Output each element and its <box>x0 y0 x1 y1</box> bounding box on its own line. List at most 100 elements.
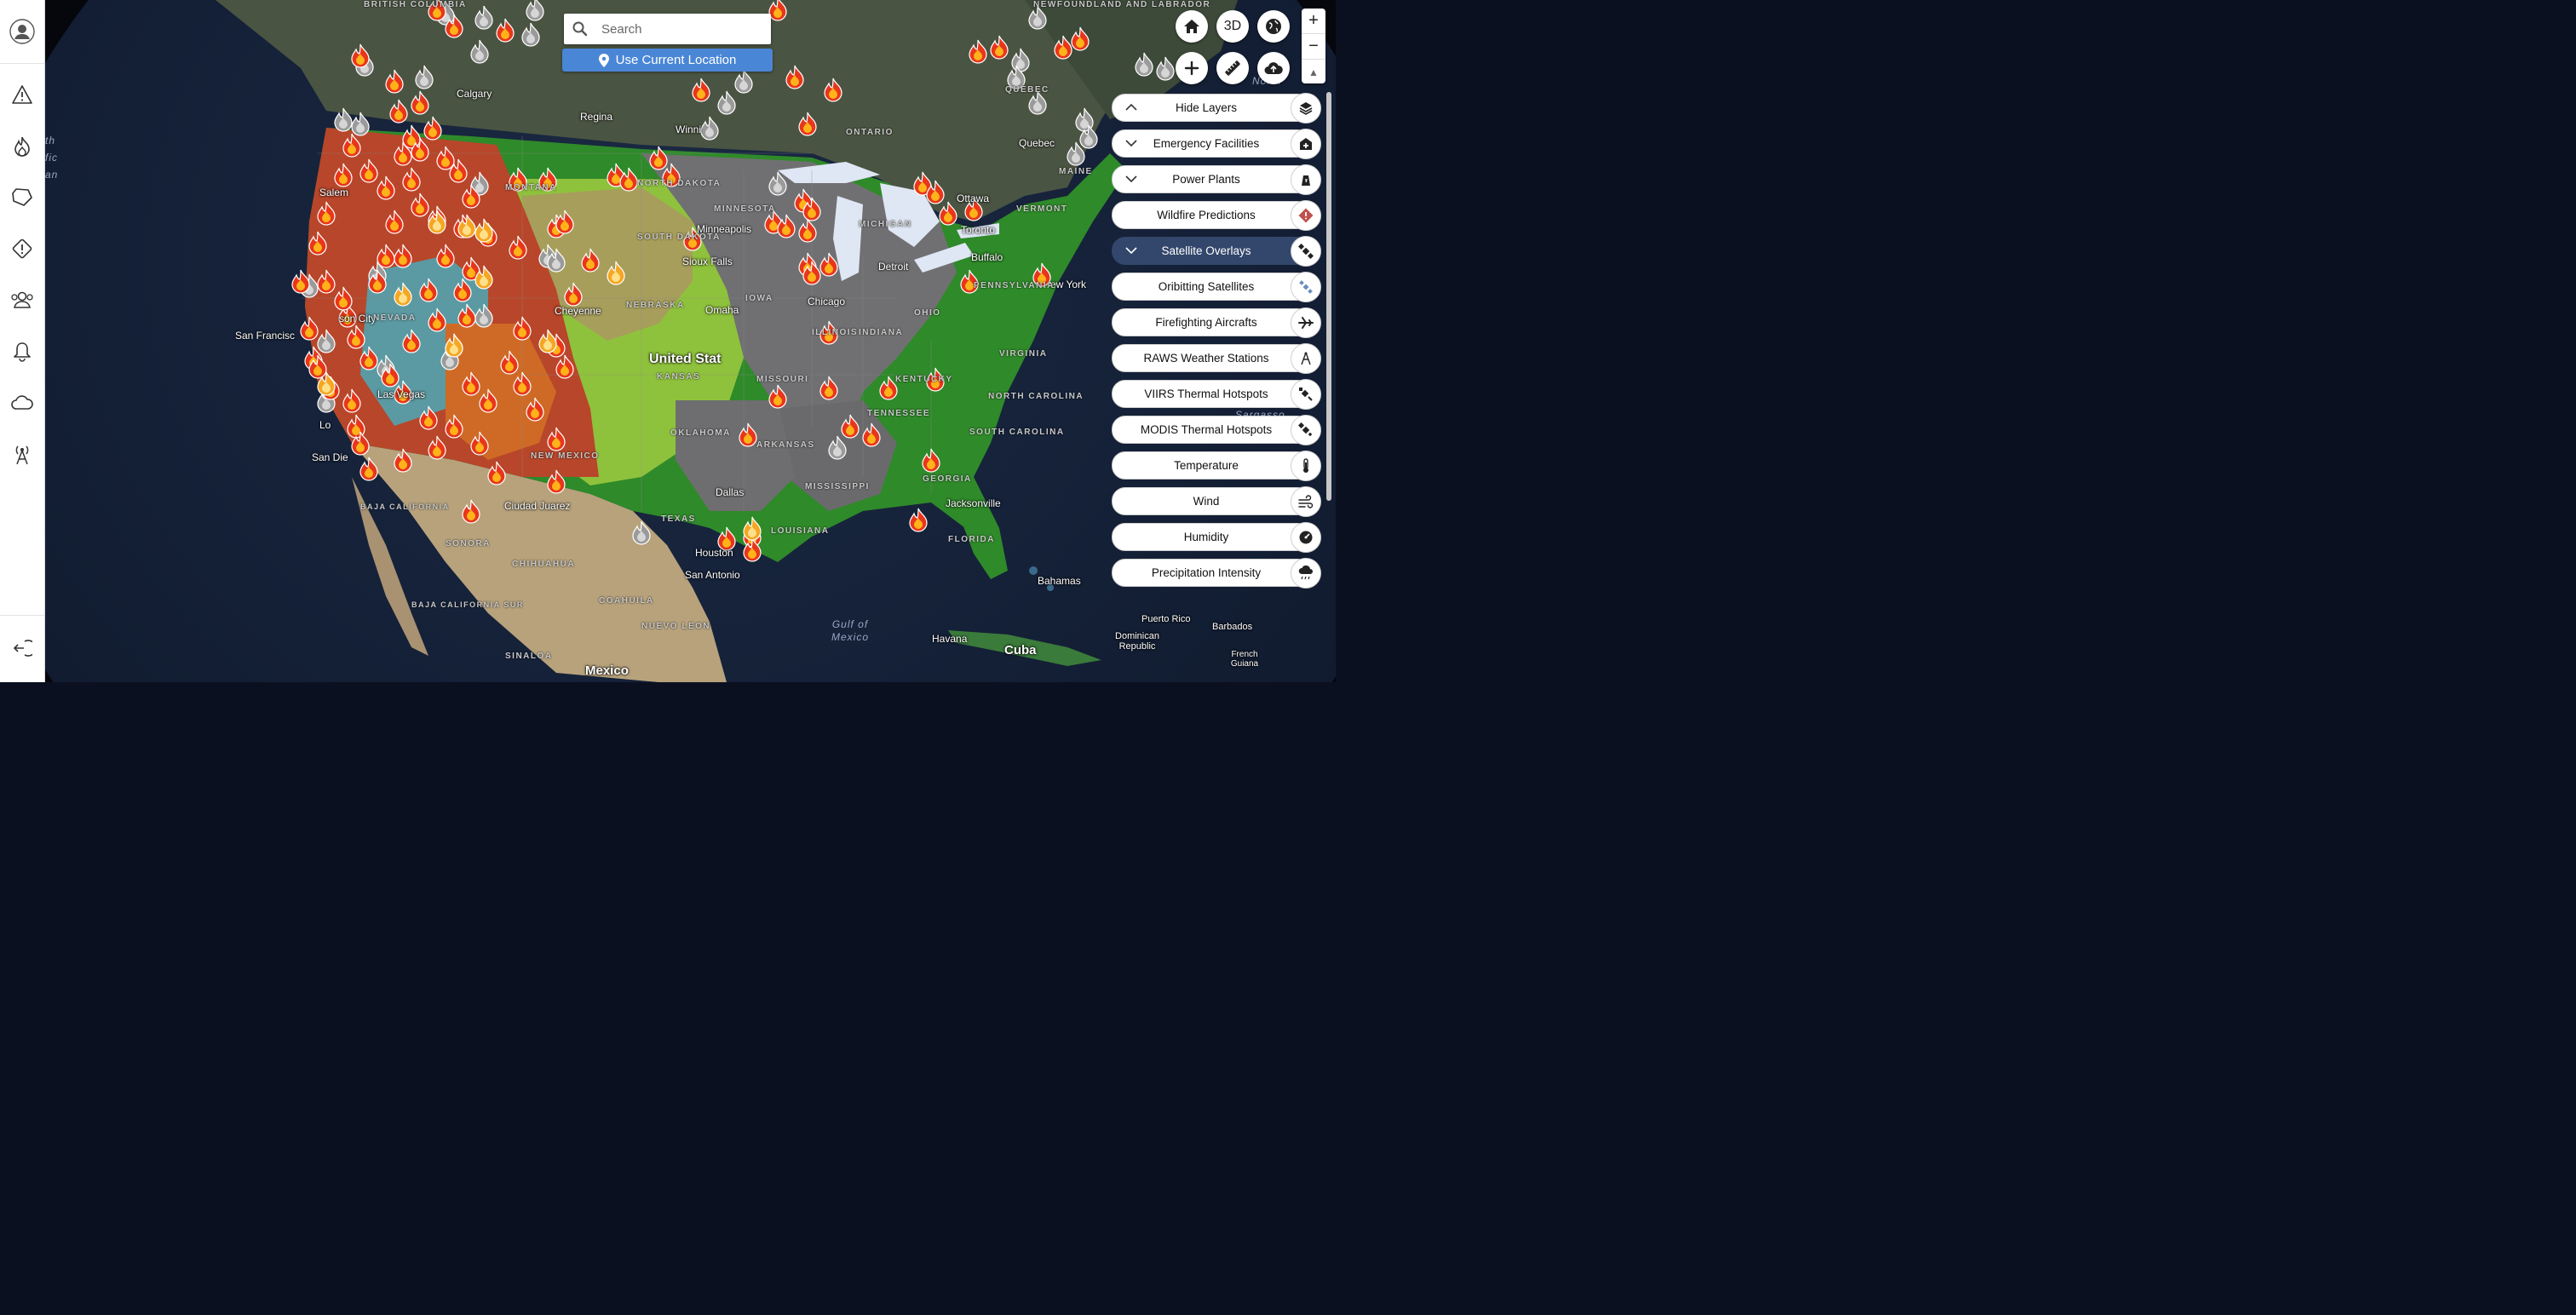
fire-marker-icon[interactable] <box>547 427 566 451</box>
fire-marker-icon[interactable] <box>798 112 817 136</box>
fire-marker-icon[interactable] <box>509 235 527 260</box>
fire-marker-icon[interactable] <box>457 303 476 328</box>
layer-toggle-raws-weather-stations[interactable]: RAWS Weather Stations <box>1112 344 1311 372</box>
fire-marker-icon[interactable] <box>419 405 438 430</box>
fire-marker-icon[interactable] <box>351 43 370 68</box>
measure-button[interactable] <box>1216 52 1249 84</box>
fire-marker-icon[interactable] <box>377 175 395 200</box>
smoke-marker-icon[interactable] <box>521 22 540 47</box>
rain-cloud-icon[interactable] <box>1291 558 1321 589</box>
fire-marker-icon[interactable] <box>819 376 838 400</box>
fire-prediction-icon[interactable] <box>1291 200 1321 231</box>
fire-marker-icon[interactable] <box>359 346 378 370</box>
smoke-marker-icon[interactable] <box>1011 48 1030 72</box>
fire-marker-icon[interactable] <box>457 214 476 238</box>
fire-marker-icon[interactable] <box>347 324 365 349</box>
thermometer-icon[interactable] <box>1291 451 1321 481</box>
wind-icon[interactable] <box>1291 486 1321 517</box>
layer-toggle-wildfire-predictions[interactable]: Wildfire Predictions <box>1112 201 1311 229</box>
hospital-icon[interactable] <box>1291 129 1321 159</box>
fire-marker-icon[interactable] <box>359 158 378 183</box>
fire-marker-icon[interactable] <box>474 218 493 243</box>
fire-marker-icon[interactable] <box>547 469 566 494</box>
layers-icon[interactable] <box>1291 93 1321 123</box>
smoke-marker-icon[interactable] <box>317 329 336 353</box>
layer-toggle-temperature[interactable]: Temperature <box>1112 451 1311 479</box>
fire-marker-icon[interactable] <box>462 371 480 396</box>
fire-marker-icon[interactable] <box>385 69 404 94</box>
smoke-marker-icon[interactable] <box>768 171 787 196</box>
fire-marker-icon[interactable] <box>402 124 421 149</box>
fire-marker-icon[interactable] <box>389 99 408 123</box>
fire-marker-icon[interactable] <box>317 269 336 294</box>
layer-toggle-emergency-facilities[interactable]: Emergency Facilities <box>1112 129 1311 158</box>
fire-marker-icon[interactable] <box>841 414 860 439</box>
smoke-marker-icon[interactable] <box>632 520 651 545</box>
fire-marker-icon[interactable] <box>555 354 574 379</box>
fire-marker-icon[interactable] <box>453 278 472 302</box>
cloud-icon[interactable] <box>8 388 37 417</box>
fire-marker-icon[interactable] <box>500 350 519 375</box>
fire-marker-icon[interactable] <box>939 201 957 226</box>
smoke-marker-icon[interactable] <box>351 112 370 136</box>
chevron-up-icon[interactable] <box>1124 100 1138 114</box>
fire-marker-icon[interactable] <box>334 286 353 311</box>
smoke-marker-icon[interactable] <box>828 435 847 460</box>
alert-diamond-icon[interactable] <box>8 234 37 263</box>
smoke-marker-icon[interactable] <box>1028 5 1047 30</box>
fire-marker-icon[interactable] <box>513 371 532 396</box>
orbit-satellite-icon[interactable] <box>1291 272 1321 302</box>
fire-marker-icon[interactable] <box>419 278 438 302</box>
fire-marker-icon[interactable] <box>428 435 446 460</box>
fire-marker-icon[interactable] <box>785 65 804 89</box>
smoke-marker-icon[interactable] <box>1135 52 1153 77</box>
fire-marker-icon[interactable] <box>862 422 881 447</box>
layers-scrollbar[interactable] <box>1326 92 1331 501</box>
fire-marker-icon[interactable] <box>969 39 987 64</box>
fire-marker-icon[interactable] <box>385 210 404 234</box>
fire-marker-icon[interactable] <box>423 116 442 141</box>
fire-marker-icon[interactable] <box>411 192 429 217</box>
warning-triangle-icon[interactable] <box>8 80 37 109</box>
layer-toggle-precipitation-intensity[interactable]: Precipitation Intensity <box>1112 559 1311 587</box>
fire-marker-icon[interactable] <box>581 248 600 273</box>
fire-marker-icon[interactable] <box>436 244 455 268</box>
fire-marker-icon[interactable] <box>824 78 842 102</box>
layer-toggle-satellite-overlays[interactable]: Satellite Overlays <box>1112 237 1311 265</box>
layer-toggle-wind[interactable]: Wind <box>1112 487 1311 515</box>
fire-marker-icon[interactable] <box>692 78 710 102</box>
fire-marker-icon[interactable] <box>1054 35 1072 60</box>
fire-marker-icon[interactable] <box>768 384 787 409</box>
user-avatar-icon[interactable] <box>8 17 37 46</box>
globe-view-button[interactable] <box>1257 10 1290 43</box>
fire-marker-icon[interactable] <box>990 35 1009 60</box>
radio-tower-icon[interactable] <box>8 439 37 468</box>
fire-marker-icon[interactable] <box>768 0 787 21</box>
fire-marker-icon[interactable] <box>411 90 429 115</box>
upload-button[interactable] <box>1257 52 1290 84</box>
smoke-marker-icon[interactable] <box>474 5 493 30</box>
fire-marker-icon[interactable] <box>819 252 838 277</box>
fire-marker-icon[interactable] <box>909 508 928 532</box>
fire-marker-icon[interactable] <box>462 499 480 524</box>
fire-marker-icon[interactable] <box>436 146 455 170</box>
viirs-satellite-icon[interactable] <box>1291 379 1321 410</box>
fire-marker-icon[interactable] <box>922 448 940 473</box>
fire-marker-icon[interactable] <box>538 329 557 353</box>
zoom-out-button[interactable]: − <box>1302 34 1325 60</box>
smoke-marker-icon[interactable] <box>734 69 753 94</box>
fire-marker-icon[interactable] <box>308 231 327 256</box>
modis-satellite-icon[interactable] <box>1291 415 1321 445</box>
flame-icon[interactable] <box>8 132 37 161</box>
layer-toggle-humidity[interactable]: Humidity <box>1112 523 1311 551</box>
smoke-marker-icon[interactable] <box>1028 90 1047 115</box>
search-box[interactable] <box>564 14 771 44</box>
3d-view-button[interactable]: 3D <box>1216 10 1249 43</box>
fire-marker-icon[interactable] <box>487 461 506 485</box>
smoke-marker-icon[interactable] <box>474 303 493 328</box>
fire-marker-icon[interactable] <box>777 214 796 238</box>
fire-marker-icon[interactable] <box>291 269 310 294</box>
fire-marker-icon[interactable] <box>445 414 463 439</box>
layer-toggle-firefighting-aircrafts[interactable]: Firefighting Aircrafts <box>1112 308 1311 336</box>
fire-marker-icon[interactable] <box>394 244 412 268</box>
